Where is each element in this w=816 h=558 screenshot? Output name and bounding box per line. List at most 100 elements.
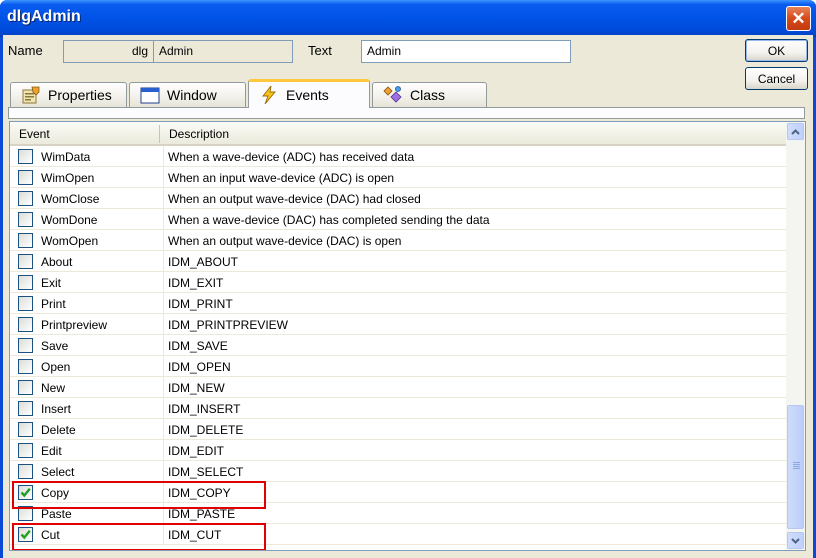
- text-label: Text: [308, 43, 332, 58]
- close-button[interactable]: ✕: [786, 6, 811, 31]
- event-checkbox[interactable]: [18, 527, 33, 542]
- event-name: Exit: [41, 276, 62, 290]
- class-icon: [383, 86, 403, 104]
- event-name: Copy: [41, 486, 70, 500]
- event-checkbox[interactable]: [18, 464, 33, 479]
- event-checkbox[interactable]: [18, 233, 33, 248]
- tab-properties[interactable]: Properties: [10, 82, 127, 107]
- grip-line: [793, 468, 800, 469]
- ok-button[interactable]: OK: [745, 39, 808, 62]
- event-checkbox[interactable]: [18, 191, 33, 206]
- table-row[interactable]: WomClose When an output wave-device (DAC)…: [10, 188, 786, 209]
- event-description: IDM_OPEN: [168, 360, 231, 374]
- event-checkbox[interactable]: [18, 254, 33, 269]
- cell-divider: [163, 419, 164, 440]
- grid-header: Event Description: [10, 122, 786, 146]
- cell-divider: [163, 398, 164, 419]
- name-field[interactable]: Admin: [153, 40, 293, 63]
- event-name: Open: [41, 360, 71, 374]
- tab-events[interactable]: Events: [248, 79, 370, 108]
- event-checkbox[interactable]: [18, 170, 33, 185]
- column-header-description[interactable]: Description: [169, 127, 229, 141]
- table-row[interactable]: Edit IDM_EDIT: [10, 440, 786, 461]
- tab-window[interactable]: Window: [129, 82, 246, 107]
- table-row[interactable]: WomOpen When an output wave-device (DAC) …: [10, 230, 786, 251]
- vertical-scrollbar[interactable]: [786, 122, 805, 550]
- table-row[interactable]: Open IDM_OPEN: [10, 356, 786, 377]
- event-description: IDM_EDIT: [168, 444, 225, 458]
- event-name: Printpreview: [41, 318, 108, 332]
- tab-class-label: Class: [410, 87, 446, 103]
- event-description: IDM_SELECT: [168, 465, 244, 479]
- column-separator[interactable]: [159, 125, 160, 143]
- chevron-up-icon: [791, 128, 800, 135]
- event-checkbox[interactable]: [18, 401, 33, 416]
- table-row[interactable]: Save IDM_SAVE: [10, 335, 786, 356]
- event-name: Save: [41, 339, 69, 353]
- table-row[interactable]: Paste IDM_PASTE: [10, 503, 786, 524]
- cell-divider: [163, 461, 164, 482]
- event-checkbox[interactable]: [18, 296, 33, 311]
- dialog-window: dlgAdmin ✕ Name dlg Admin Text Admin OK …: [0, 0, 816, 558]
- event-checkbox[interactable]: [18, 149, 33, 164]
- table-row[interactable]: Print IDM_PRINT: [10, 293, 786, 314]
- event-checkbox[interactable]: [18, 380, 33, 395]
- event-checkbox[interactable]: [18, 443, 33, 458]
- event-name: WomDone: [41, 213, 98, 227]
- table-row[interactable]: Select IDM_SELECT: [10, 461, 786, 482]
- event-name: WimOpen: [41, 171, 95, 185]
- text-field[interactable]: Admin: [361, 40, 571, 63]
- event-checkbox[interactable]: [18, 275, 33, 290]
- column-header-event[interactable]: Event: [19, 127, 50, 141]
- window-title: dlgAdmin: [7, 8, 81, 25]
- event-description: IDM_PRINTPREVIEW: [168, 318, 289, 332]
- cancel-button[interactable]: Cancel: [745, 67, 808, 90]
- grip-line: [793, 464, 800, 465]
- cell-divider: [163, 167, 164, 188]
- event-checkbox[interactable]: [18, 359, 33, 374]
- grip-line: [793, 462, 800, 463]
- event-name: Print: [41, 297, 66, 311]
- table-row[interactable]: Insert IDM_INSERT: [10, 398, 786, 419]
- cell-divider: [163, 377, 164, 398]
- event-name: About: [41, 255, 73, 269]
- scroll-thumb[interactable]: [787, 405, 804, 529]
- event-description: When an output wave-device (DAC) is open: [168, 234, 402, 248]
- table-row[interactable]: WimData When a wave-device (ADC) has rece…: [10, 146, 786, 167]
- event-checkbox[interactable]: [18, 338, 33, 353]
- cell-divider: [163, 272, 164, 293]
- table-row[interactable]: WimOpen When an input wave-device (ADC) i…: [10, 167, 786, 188]
- table-row[interactable]: Copy IDM_COPY: [10, 481, 786, 509]
- event-checkbox[interactable]: [18, 212, 33, 227]
- event-checkbox[interactable]: [18, 317, 33, 332]
- event-description: IDM_PRINT: [168, 297, 233, 311]
- table-row[interactable]: About IDM_ABOUT: [10, 251, 786, 272]
- event-description: IDM_SAVE: [168, 339, 228, 353]
- scroll-up-button[interactable]: [787, 123, 804, 140]
- cell-divider: [163, 335, 164, 356]
- table-row[interactable]: Printpreview IDM_PRINTPREVIEW: [10, 314, 786, 335]
- event-name: WomOpen: [41, 234, 99, 248]
- cell-divider: [163, 482, 164, 503]
- cell-divider: [163, 356, 164, 377]
- event-name: WomClose: [41, 192, 100, 206]
- event-name: Insert: [41, 402, 72, 416]
- event-checkbox[interactable]: [18, 506, 33, 521]
- event-description: IDM_INSERT: [168, 402, 241, 416]
- table-row[interactable]: WomDone When a wave-device (DAC) has comp…: [10, 209, 786, 230]
- table-row[interactable]: New IDM_NEW: [10, 377, 786, 398]
- tab-class[interactable]: Class: [372, 82, 487, 107]
- table-row[interactable]: Exit IDM_EXIT: [10, 272, 786, 293]
- grip-line: [793, 466, 800, 467]
- table-row[interactable]: Delete IDM_DELETE: [10, 419, 786, 440]
- table-row[interactable]: Cut IDM_CUT: [10, 523, 786, 550]
- name-label: Name: [8, 43, 43, 58]
- event-checkbox[interactable]: [18, 485, 33, 500]
- title-bar[interactable]: dlgAdmin ✕: [0, 0, 816, 37]
- event-checkbox[interactable]: [18, 422, 33, 437]
- event-description: When a wave-device (DAC) has completed s…: [168, 213, 490, 227]
- scroll-down-button[interactable]: [787, 532, 804, 549]
- cell-divider: [163, 251, 164, 272]
- event-description: IDM_CUT: [168, 528, 222, 542]
- cell-divider: [163, 314, 164, 335]
